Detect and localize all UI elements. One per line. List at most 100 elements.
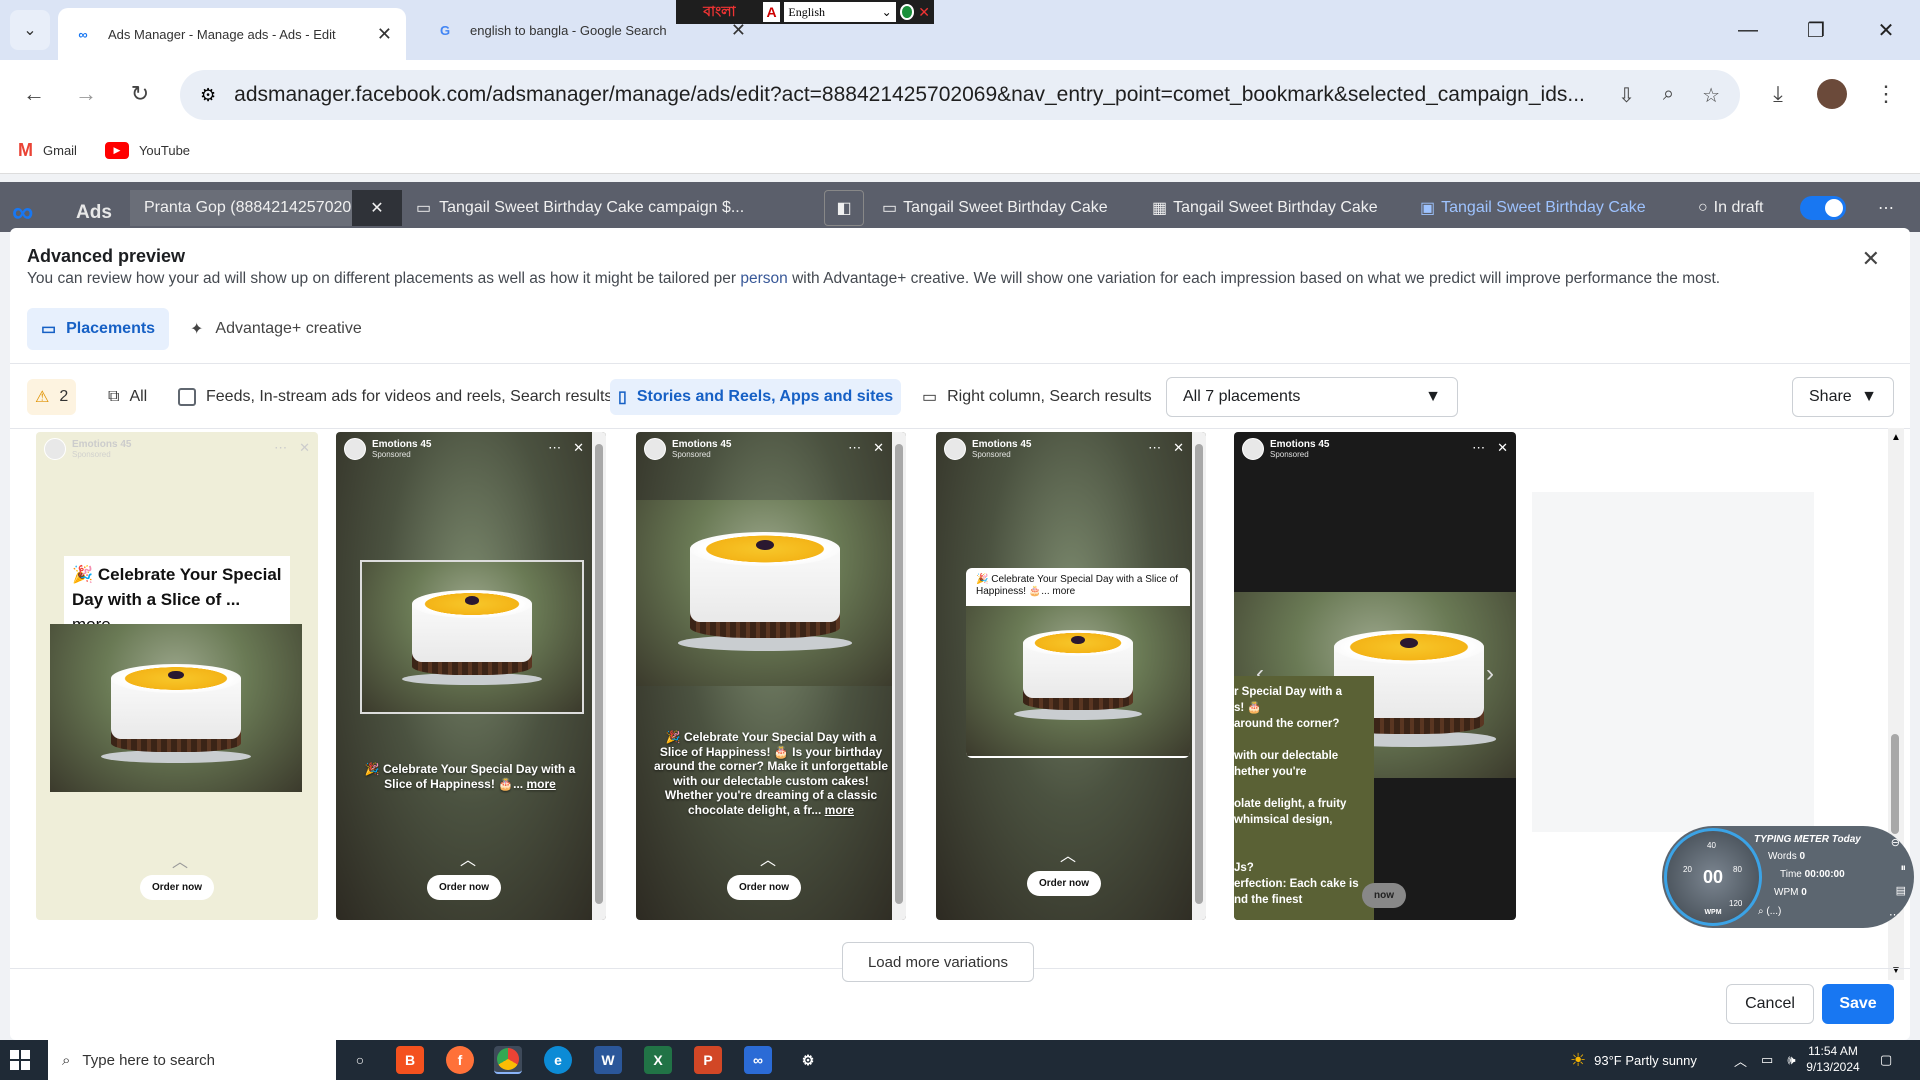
close-window-button[interactable]: ✕ <box>1858 8 1914 52</box>
back-icon[interactable]: ← <box>14 74 54 114</box>
account-selector[interactable]: Pranta Gop (888421425702069) <box>130 190 352 226</box>
url-text[interactable]: adsmanager.facebook.com/adsmanager/manag… <box>234 83 1584 107</box>
preview-card-5[interactable]: Emotions 45 Sponsored ⋯ ✕ ‹ › r Special Da… <box>1234 432 1516 920</box>
order-now-button[interactable]: Order now <box>139 875 215 900</box>
settings-gear-icon[interactable]: ⚙ <box>794 1046 822 1074</box>
word-icon[interactable]: W <box>594 1046 622 1074</box>
site-settings-icon[interactable]: ⚙ <box>200 85 216 106</box>
person-link[interactable]: person <box>740 270 787 287</box>
more-link[interactable]: more <box>526 777 555 791</box>
more-options-icon[interactable]: ⋯ <box>1864 190 1908 226</box>
forward-icon[interactable]: → <box>66 74 106 114</box>
sidebar-toggle-icon[interactable]: ◧ <box>824 190 864 226</box>
order-now-button[interactable]: Order now <box>726 875 802 900</box>
ad-toggle-switch[interactable] <box>1800 196 1846 220</box>
pause-icon[interactable]: ⏸ <box>1901 862 1907 875</box>
preview-card-1[interactable]: Emotions 45 Sponsored ⋯ ✕ 🎉 Celebrate Your… <box>36 432 318 920</box>
chevron-right-icon[interactable]: › <box>1486 660 1494 688</box>
ime-close-icon[interactable]: ✕ <box>918 4 930 21</box>
filter-feeds[interactable]: Feeds, In-stream ads for videos and reel… <box>170 379 620 415</box>
preview-card-2[interactable]: Emotions 45 Sponsored ⋯ ✕ 🎉 Celebrate Your… <box>336 432 606 920</box>
ime-flag-icon[interactable] <box>899 4 915 20</box>
tab-ads-manager[interactable]: ∞ Ads Manager - Manage ads - Ads - Edit … <box>58 8 406 60</box>
bookmark-youtube[interactable]: ▶ YouTube <box>104 142 190 159</box>
volume-icon[interactable]: 🕪 <box>1787 1052 1795 1068</box>
ime-script-label[interactable]: বাংলা <box>680 0 759 24</box>
bookmark-gmail[interactable]: M Gmail <box>18 140 77 161</box>
load-more-variations-button[interactable]: Load more variations <box>842 942 1034 982</box>
save-button[interactable]: Save <box>1822 984 1894 1024</box>
campaign-tab[interactable]: ▭ Tangail Sweet Birthday Cake campaign $.… <box>416 190 786 226</box>
close-icon[interactable]: ✕ <box>573 440 584 456</box>
close-icon[interactable]: ✕ <box>352 190 402 226</box>
tab-search-button[interactable]: ⌄ <box>10 10 50 50</box>
more-options-icon[interactable]: ⋯ <box>548 440 561 456</box>
taskbar-search[interactable]: ⌕ Type here to search <box>48 1040 336 1080</box>
filter-stories-reels[interactable]: ▯ Stories and Reels, Apps and sites <box>610 379 902 415</box>
tab-close-icon[interactable]: ✕ <box>377 24 392 45</box>
brave-icon[interactable]: B <box>396 1046 424 1074</box>
stats-icon[interactable]: ▤ <box>1896 884 1906 897</box>
task-view-icon[interactable]: ○ <box>346 1046 374 1074</box>
typing-meter-widget[interactable]: 00 WPM 20 40 80 120 TYPING METER Today W… <box>1662 826 1914 928</box>
more-icon[interactable]: ⋯ <box>1889 908 1900 921</box>
bookmark-star-icon[interactable]: ☆ <box>1702 83 1720 108</box>
close-icon[interactable]: ✕ <box>1497 440 1508 456</box>
cancel-button[interactable]: Cancel <box>1726 984 1814 1024</box>
scrollbar[interactable] <box>892 432 906 920</box>
menu-icon[interactable]: ⋮ <box>1866 74 1906 114</box>
zoom-icon[interactable]: ⌕ <box>1663 83 1674 108</box>
close-icon[interactable]: ✕ <box>299 440 310 456</box>
network-icon[interactable]: ▭ <box>1761 1052 1773 1068</box>
filter-all[interactable]: ⧉ All <box>100 379 155 415</box>
close-dialog-icon[interactable]: ✕ <box>1862 246 1880 272</box>
close-icon[interactable]: ✕ <box>1173 440 1184 456</box>
more-link[interactable]: more <box>825 803 854 817</box>
notifications-icon[interactable]: ▢ <box>1880 1040 1892 1080</box>
windows-start-icon[interactable] <box>10 1050 30 1070</box>
more-options-icon[interactable]: ⋯ <box>848 440 861 456</box>
downloads-icon[interactable]: ⤓ <box>1758 74 1798 114</box>
scroll-down-icon[interactable]: ▼ <box>1891 965 1901 976</box>
tab-advantage-creative[interactable]: ✦ Advantage+ creative <box>190 308 362 350</box>
tray-expand-icon[interactable]: ︿ <box>1734 1051 1747 1070</box>
ime-language-select[interactable]: English ⌄ <box>784 2 896 22</box>
edge-icon[interactable]: e <box>544 1046 572 1074</box>
preview-card-4[interactable]: Emotions 45 Sponsored ⋯ ✕ 🎉 Celebrate Your… <box>936 432 1206 920</box>
placements-dropdown[interactable]: All 7 placements ▼ <box>1166 377 1458 417</box>
more-options-icon[interactable]: ⋯ <box>1148 440 1161 456</box>
scrollbar[interactable] <box>592 432 606 920</box>
minimize-button[interactable]: — <box>1720 8 1776 52</box>
ime-a-icon[interactable]: A <box>762 2 781 22</box>
profile-avatar[interactable] <box>1812 74 1852 114</box>
weather-widget[interactable]: ☀ 93°F Partly sunny <box>1570 1040 1697 1080</box>
system-clock[interactable]: 11:54 AM 9/13/2024 <box>1800 1043 1866 1075</box>
order-now-button[interactable]: Order now <box>426 875 502 900</box>
restore-button[interactable]: ❐ <box>1788 8 1844 52</box>
tab-placements[interactable]: ▭ Placements <box>27 308 170 350</box>
chrome-icon[interactable] <box>494 1046 522 1074</box>
breadcrumb-campaign[interactable]: ▭ Tangail Sweet Birthday Cake <box>882 190 1152 226</box>
order-now-button[interactable]: Order now <box>1026 871 1102 896</box>
reload-icon[interactable]: ↻ <box>120 74 160 114</box>
scrollbar[interactable] <box>1192 432 1206 920</box>
order-now-button[interactable]: now <box>1362 883 1406 908</box>
feeds-checkbox[interactable] <box>178 388 196 406</box>
excel-icon[interactable]: X <box>644 1046 672 1074</box>
preview-card-3[interactable]: Emotions 45 Sponsored ⋯ ✕ 🎉 Celebrate Your… <box>636 432 906 920</box>
more-options-icon[interactable]: ⋯ <box>1472 440 1485 456</box>
firefox-icon[interactable]: f <box>446 1046 474 1074</box>
breadcrumb-ad[interactable]: ▣ Tangail Sweet Birthday Cake <box>1420 190 1664 226</box>
powerpoint-icon[interactable]: P <box>694 1046 722 1074</box>
filter-right-column[interactable]: ▭ Right column, Search results <box>914 379 1160 415</box>
more-options-icon[interactable]: ⋯ <box>274 440 287 456</box>
warnings-chip[interactable]: ⚠ 2 <box>27 379 77 415</box>
more-link[interactable]: more <box>1052 586 1075 597</box>
app-icon[interactable]: ∞ <box>744 1046 772 1074</box>
close-icon[interactable]: ✕ <box>873 440 884 456</box>
install-app-icon[interactable]: ⇩ <box>1618 83 1635 108</box>
share-button[interactable]: Share ▼ <box>1792 377 1894 417</box>
breadcrumb-adset[interactable]: ▦ Tangail Sweet Birthday Cake <box>1152 190 1400 226</box>
scroll-up-icon[interactable]: ▲ <box>1891 432 1901 443</box>
minimize-icon[interactable]: ⊖ <box>1891 836 1900 849</box>
